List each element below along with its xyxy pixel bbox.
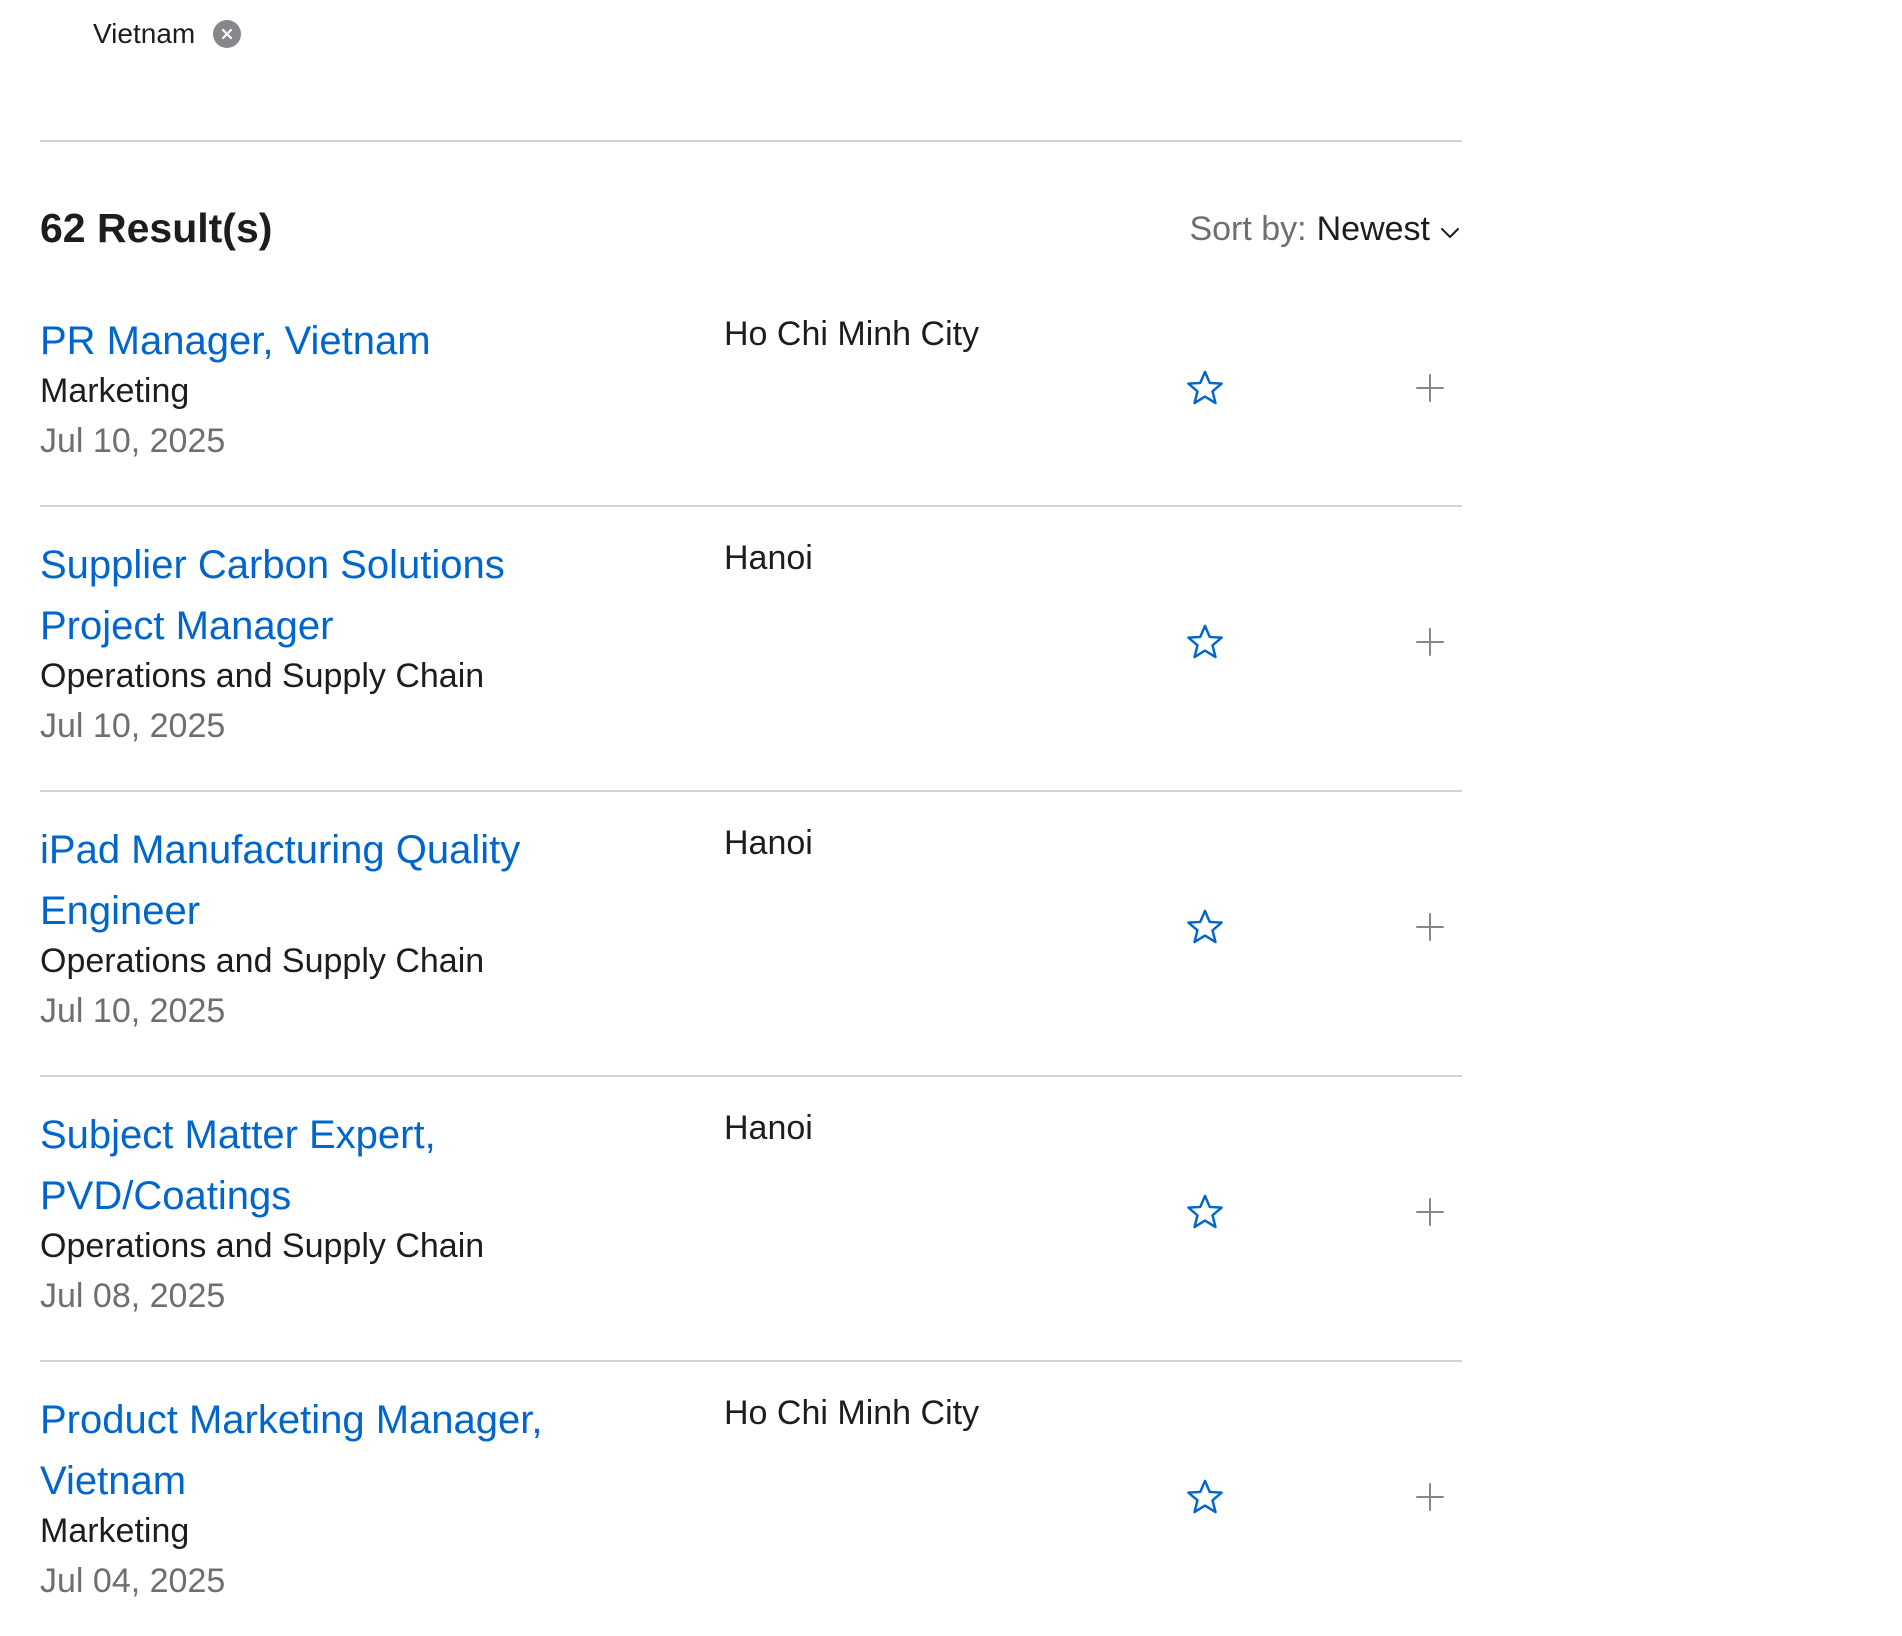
job-date: Jul 08, 2025: [40, 1277, 226, 1315]
job-row: Supplier Carbon Solutions Project Manage…: [40, 535, 1462, 781]
plus-icon: [1416, 373, 1444, 402]
chevron-down-icon: [1440, 226, 1460, 240]
close-circle-icon[interactable]: [213, 20, 242, 48]
add-button[interactable]: [1410, 1192, 1450, 1232]
add-button[interactable]: [1410, 907, 1450, 947]
add-button[interactable]: [1410, 368, 1450, 408]
job-team: Operations and Supply Chain: [40, 942, 485, 980]
job-location: Hanoi: [724, 1109, 813, 1147]
filter-chip-vietnam: Vietnam: [93, 14, 242, 54]
job-row: iPad Manufacturing Quality Engineer Oper…: [40, 820, 1462, 1066]
sort-value: Newest: [1316, 210, 1430, 248]
job-date: Jul 10, 2025: [40, 707, 226, 745]
row-divider: [40, 1075, 1462, 1077]
job-location: Ho Chi Minh City: [724, 1394, 980, 1432]
job-date: Jul 04, 2025: [40, 1562, 226, 1600]
job-title-link[interactable]: PR Manager, Vietnam: [40, 311, 600, 372]
job-location: Hanoi: [724, 539, 813, 577]
job-title-link[interactable]: Product Marketing Manager, Vietnam: [40, 1390, 600, 1512]
favorite-button[interactable]: [1180, 617, 1230, 667]
job-title-link[interactable]: iPad Manufacturing Quality Engineer: [40, 820, 600, 942]
sort-label: Sort by:: [1189, 210, 1307, 248]
sort-dropdown[interactable]: Sort by: Newest: [1189, 204, 1460, 254]
star-outline-icon: [1187, 1479, 1223, 1514]
favorite-button[interactable]: [1180, 902, 1230, 952]
row-divider: [40, 790, 1462, 792]
job-row: PR Manager, Vietnam Marketing Jul 10, 20…: [40, 311, 1462, 505]
job-team: Operations and Supply Chain: [40, 657, 485, 695]
job-team: Marketing: [40, 372, 190, 410]
job-title-link[interactable]: Supplier Carbon Solutions Project Manage…: [40, 535, 600, 657]
job-date: Jul 10, 2025: [40, 422, 226, 460]
plus-icon: [1416, 628, 1444, 656]
row-divider: [40, 1360, 1462, 1362]
job-location: Ho Chi Minh City: [724, 315, 980, 353]
add-button[interactable]: [1410, 1477, 1450, 1517]
plus-icon: [1416, 1198, 1444, 1226]
job-row: Subject Matter Expert, PVD/Coatings Oper…: [40, 1105, 1462, 1351]
star-outline-icon: [1187, 370, 1223, 404]
job-location: Hanoi: [724, 824, 813, 862]
results-count: 62 Result(s): [40, 205, 273, 251]
star-outline-icon: [1187, 624, 1223, 659]
plus-icon: [1416, 1483, 1444, 1511]
job-row: Product Marketing Manager, Vietnam Marke…: [40, 1390, 1462, 1636]
filter-divider: [40, 140, 1462, 142]
favorite-button[interactable]: [1180, 1472, 1230, 1522]
star-outline-icon: [1187, 1194, 1223, 1229]
job-date: Jul 10, 2025: [40, 992, 226, 1030]
row-divider: [40, 505, 1462, 507]
filter-chip-label: Vietnam: [93, 18, 196, 49]
job-title-link[interactable]: Subject Matter Expert, PVD/Coatings: [40, 1105, 600, 1227]
job-team: Operations and Supply Chain: [40, 1227, 485, 1265]
plus-icon: [1416, 913, 1444, 941]
favorite-button[interactable]: [1180, 1187, 1230, 1237]
star-outline-icon: [1187, 909, 1223, 944]
job-team: Marketing: [40, 1512, 190, 1550]
add-button[interactable]: [1410, 622, 1450, 662]
favorite-button[interactable]: [1180, 363, 1230, 413]
